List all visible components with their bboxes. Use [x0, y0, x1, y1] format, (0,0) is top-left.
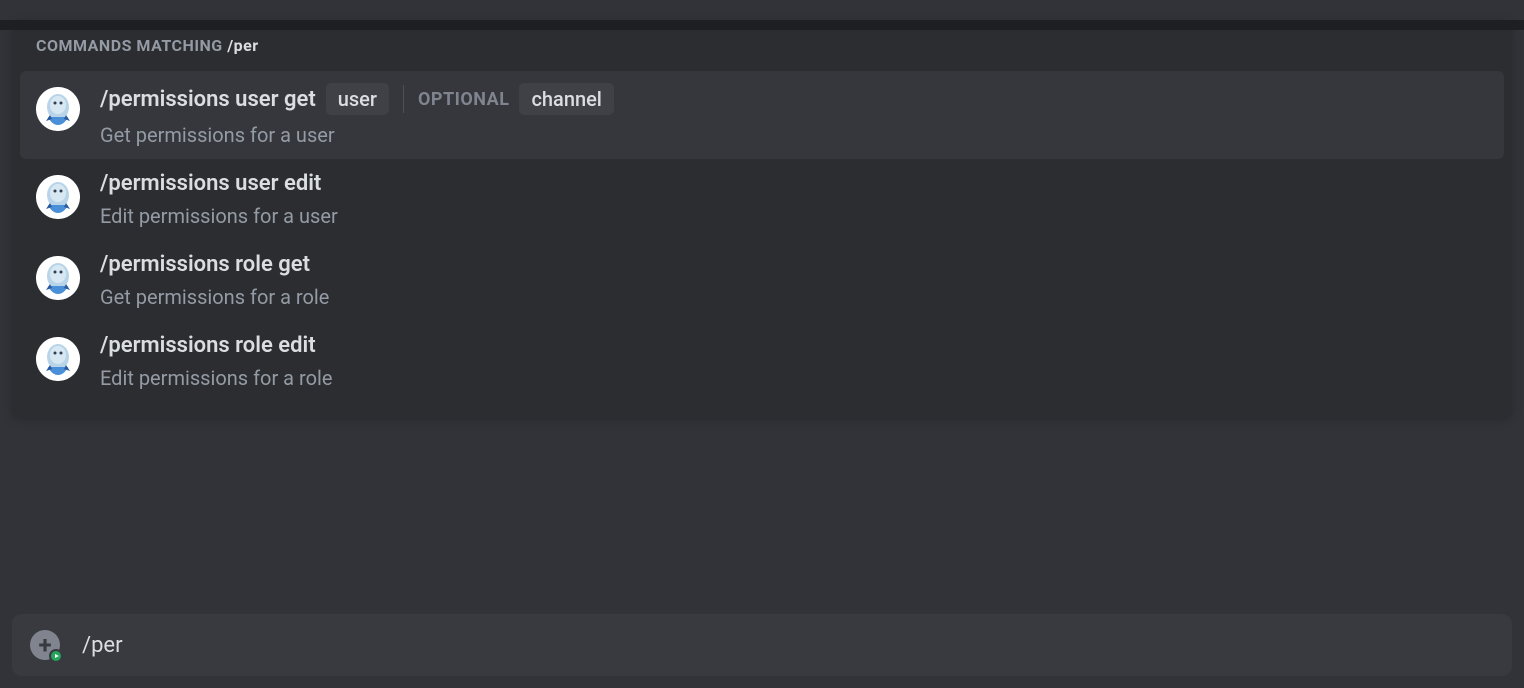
optional-label: OPTIONAL [418, 89, 510, 110]
command-bot-avatar [36, 87, 80, 131]
command-bot-avatar [36, 175, 80, 219]
command-description: Get permissions for a user [100, 123, 1488, 147]
attach-button[interactable]: + [30, 630, 60, 660]
command-content: /permissions role edit Edit permissions f… [100, 333, 1488, 390]
command-description: Get permissions for a role [100, 285, 1488, 309]
command-name: /permissions role get [100, 252, 310, 277]
command-autocomplete-popup: COMMANDS MATCHING /per /permissions user… [12, 20, 1512, 418]
command-description: Edit permissions for a role [100, 366, 1488, 390]
bot-avatar-icon [36, 256, 80, 300]
command-title-row: /permissions user edit [100, 171, 1488, 196]
command-item[interactable]: /permissions user edit Edit permissions f… [20, 159, 1504, 240]
command-item[interactable]: /permissions role get Get permissions for… [20, 240, 1504, 321]
command-name: /permissions user edit [100, 171, 321, 196]
top-border [0, 20, 1524, 30]
command-name: /permissions user get [100, 87, 316, 112]
command-content: /permissions user edit Edit permissions f… [100, 171, 1488, 228]
message-input-bar[interactable]: + /per [12, 614, 1512, 676]
bot-avatar-icon [36, 175, 80, 219]
command-item[interactable]: /permissions role edit Edit permissions f… [20, 321, 1504, 402]
bot-avatar-icon [36, 337, 80, 381]
popup-header: COMMANDS MATCHING /per [12, 36, 1512, 67]
optional-param-chip: channel [519, 83, 613, 115]
command-title-row: /permissions role get [100, 252, 1488, 277]
command-title-row: /permissions user get user OPTIONAL channel [100, 83, 1488, 115]
command-name: /permissions role edit [100, 333, 316, 358]
message-input[interactable]: /per [82, 633, 1494, 658]
command-title-row: /permissions role edit [100, 333, 1488, 358]
header-prefix: COMMANDS MATCHING [36, 36, 227, 55]
command-description: Edit permissions for a user [100, 204, 1488, 228]
command-content: /permissions user get user OPTIONAL channel… [100, 83, 1488, 147]
command-bot-avatar [36, 256, 80, 300]
command-content: /permissions role get Get permissions for… [100, 252, 1488, 309]
apps-badge-icon [49, 649, 63, 663]
command-list: /permissions user get user OPTIONAL channel… [12, 71, 1512, 402]
param-divider [403, 85, 404, 113]
required-param-chip: user [326, 83, 389, 115]
command-item[interactable]: /permissions user get user OPTIONAL channel… [20, 71, 1504, 159]
command-bot-avatar [36, 337, 80, 381]
bot-avatar-icon [36, 87, 80, 131]
header-query: /per [227, 36, 258, 55]
